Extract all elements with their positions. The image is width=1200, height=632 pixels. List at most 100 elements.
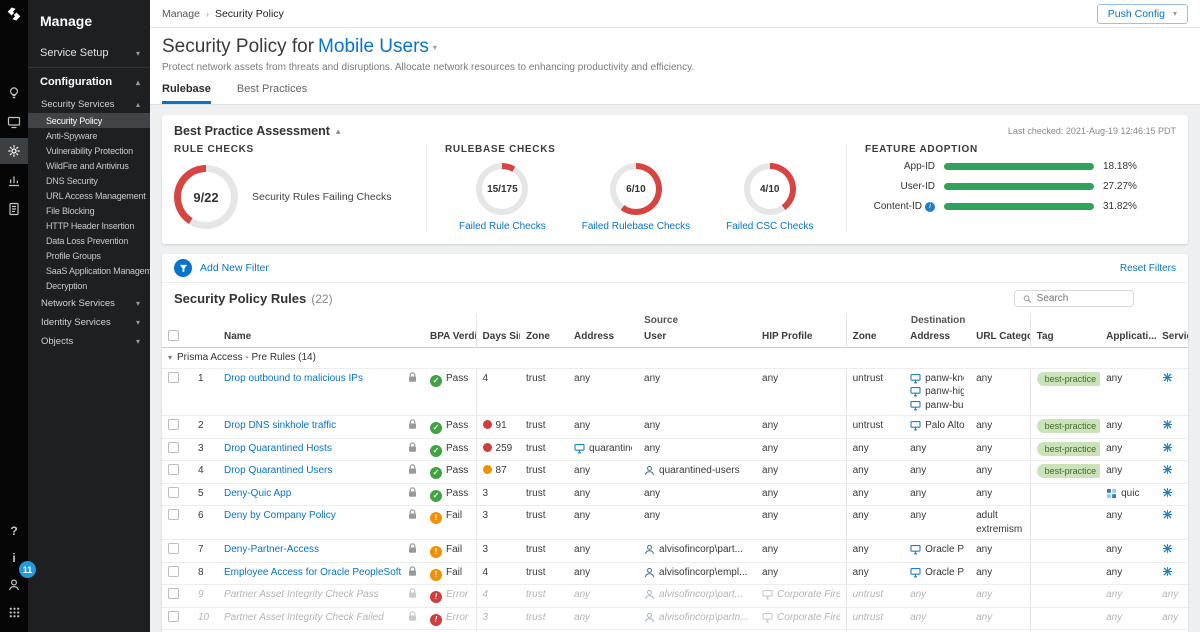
last-checked-text: Last checked: 2021-Aug-19 12:46:15 PDT: [1008, 126, 1176, 136]
lock-icon: [408, 442, 417, 453]
rule-name-link[interactable]: Deny by Company Policy: [224, 510, 336, 521]
push-config-button[interactable]: Push Config ▾: [1097, 4, 1188, 24]
col-source-zone[interactable]: Zone: [520, 328, 568, 348]
rule-name-link[interactable]: Partner Asset Integrity Check Pass: [224, 589, 379, 600]
main-area: Manage › Security Policy Push Config ▾ S…: [150, 0, 1200, 632]
row-checkbox[interactable]: [168, 442, 179, 453]
rules-tbody: ▾Prisma Access - Pre Rules (14)1Drop out…: [162, 348, 1188, 632]
app-icon: [1106, 488, 1117, 499]
sidebar-section-service-setup[interactable]: Service Setup ▾: [28, 41, 150, 65]
search-input[interactable]: [1037, 293, 1125, 304]
search-box: [1014, 290, 1134, 307]
col-user[interactable]: User: [638, 328, 756, 348]
rule-name-link[interactable]: Drop Quarantined Hosts: [224, 443, 332, 454]
col-hip-profile[interactable]: HIP Profile: [756, 328, 846, 348]
row-checkbox[interactable]: [168, 566, 179, 577]
tab-best-practices[interactable]: Best Practices: [237, 83, 307, 104]
sidebar-item-decryption[interactable]: Decryption: [28, 278, 150, 293]
breadcrumb-bar: Manage › Security Policy Push Config ▾: [150, 0, 1200, 28]
col-name[interactable]: Name: [218, 328, 402, 348]
col-dest-zone[interactable]: Zone: [846, 328, 904, 348]
col-days-since[interactable]: Days Sin...: [476, 328, 520, 348]
col-source-address[interactable]: Address: [568, 328, 638, 348]
verdict-fail-icon: !: [430, 569, 442, 581]
row-checkbox[interactable]: [168, 543, 179, 554]
rule-name-link[interactable]: Drop Quarantined Users: [224, 465, 332, 476]
tab-rulebase[interactable]: Rulebase: [162, 83, 211, 104]
policy-scope-dropdown[interactable]: Mobile Users: [318, 36, 429, 58]
reset-filters-link[interactable]: Reset Filters: [1120, 263, 1176, 274]
breadcrumb-manage[interactable]: Manage: [162, 8, 200, 20]
rule-name-link[interactable]: Drop outbound to malicious IPs: [224, 373, 363, 384]
breadcrumb-security-policy[interactable]: Security Policy: [215, 8, 284, 20]
sidebar-item-file-blocking[interactable]: File Blocking: [28, 203, 150, 218]
filter-funnel-icon[interactable]: [174, 259, 192, 277]
add-new-filter-link[interactable]: Add New Filter: [200, 262, 269, 274]
row-checkbox[interactable]: [168, 487, 179, 498]
collapse-group-icon[interactable]: ▾: [168, 353, 172, 362]
addr-icon: [910, 400, 921, 411]
best-practice-assessment-card: Best Practice Assessment ▴ Last checked:…: [162, 115, 1188, 244]
rulebase-donut: 4/10Failed CSC Checks: [726, 163, 813, 232]
sidebar-item-data-loss-prevention[interactable]: Data Loss Prevention: [28, 233, 150, 248]
sidebar-item-saas-application-management[interactable]: SaaS Application Management: [28, 263, 150, 278]
adoption-row: App-ID18.18%: [865, 161, 1176, 172]
sidebar-group-network-services[interactable]: Network Services▾: [28, 293, 150, 312]
security-policy-rules-table: Source Destination Name BPA Verdict Days…: [162, 313, 1188, 632]
sidebar-item-http-header-insertion[interactable]: HTTP Header Insertion: [28, 218, 150, 233]
breadcrumb-separator-icon: ›: [206, 9, 209, 19]
sidebar-item-anti-spyware[interactable]: Anti-Spyware: [28, 128, 150, 143]
sidebar-item-url-access-management[interactable]: URL Access Management: [28, 188, 150, 203]
collapse-panel-icon[interactable]: ▴: [336, 126, 341, 137]
rule-name-link[interactable]: Drop DNS sinkhole traffic: [224, 420, 336, 431]
reports-chart-icon[interactable]: [0, 167, 28, 193]
row-checkbox[interactable]: [168, 588, 179, 599]
select-all-checkbox[interactable]: [168, 330, 179, 341]
rule-name-link[interactable]: Deny-Quic App: [224, 488, 291, 499]
sidebar-group-identity-services[interactable]: Identity Services▾: [28, 312, 150, 331]
sidebar-item-profile-groups[interactable]: Profile Groups: [28, 248, 150, 263]
days-alert-dot: [483, 420, 492, 429]
row-checkbox[interactable]: [168, 372, 179, 383]
row-checkbox[interactable]: [168, 464, 179, 475]
feature-adoption-section: FEATURE ADOPTION App-ID18.18%User-ID27.2…: [846, 144, 1176, 232]
donut-label-link[interactable]: Failed Rule Checks: [459, 221, 546, 232]
chevron-down-icon: ▾: [136, 337, 140, 346]
tag-pill: best-practice: [1037, 442, 1101, 456]
app-switcher-grid-icon[interactable]: [0, 599, 28, 625]
sidebar-item-security-policy[interactable]: Security Policy: [28, 113, 150, 128]
rule-name-link[interactable]: Employee Access for Oracle PeopleSoft: [224, 567, 401, 578]
sidebar-item-wildfire-and-antivirus[interactable]: WildFire and Antivirus: [28, 158, 150, 173]
monitor-icon[interactable]: [0, 109, 28, 135]
col-dest-address[interactable]: Address: [904, 328, 970, 348]
notification-count-badge[interactable]: 11: [19, 561, 36, 578]
row-checkbox[interactable]: [168, 611, 179, 622]
addr-icon: [574, 443, 585, 454]
person-icon: [644, 465, 655, 476]
col-bpa-verdict[interactable]: BPA Verdict: [424, 328, 476, 348]
logs-document-icon[interactable]: [0, 196, 28, 222]
help-icon[interactable]: ?: [0, 518, 28, 544]
sidebar-section-configuration[interactable]: Configuration ▴: [28, 70, 150, 94]
rule-name-link[interactable]: Deny-Partner-Access: [224, 544, 319, 555]
rule-name-link[interactable]: Partner Asset Integrity Check Failed: [224, 612, 384, 623]
sidebar-item-dns-security[interactable]: DNS Security: [28, 173, 150, 188]
sidebar-group-security-services[interactable]: Security Services ▴: [28, 94, 150, 113]
sidebar-group-objects[interactable]: Objects▾: [28, 331, 150, 350]
col-application[interactable]: Applicati...: [1100, 328, 1156, 348]
donut-label-link[interactable]: Failed Rulebase Checks: [582, 221, 690, 232]
sidebar-item-vulnerability-protection[interactable]: Vulnerability Protection: [28, 143, 150, 158]
insights-icon[interactable]: [0, 80, 28, 106]
addr-icon: [910, 373, 921, 384]
service-icon: [1162, 509, 1173, 520]
donut-label-link[interactable]: Failed CSC Checks: [726, 221, 813, 232]
row-checkbox[interactable]: [168, 509, 179, 520]
row-checkbox[interactable]: [168, 419, 179, 430]
rulebase-checks-heading: RULEBASE CHECKS: [445, 144, 846, 155]
info-icon[interactable]: i: [925, 202, 935, 212]
col-tag[interactable]: Tag: [1030, 328, 1100, 348]
col-service[interactable]: Servic...: [1156, 328, 1188, 348]
col-url-category[interactable]: URL Category: [970, 328, 1030, 348]
chevron-down-icon[interactable]: ▾: [433, 43, 437, 52]
settings-gear-icon[interactable]: [0, 138, 28, 164]
